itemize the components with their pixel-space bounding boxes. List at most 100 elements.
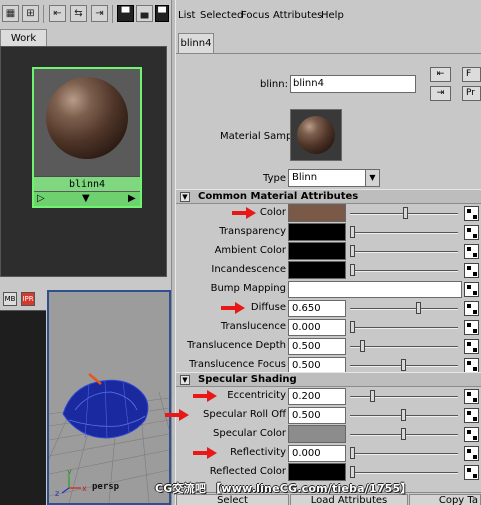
material-sample: [290, 109, 342, 161]
map-texture-icon[interactable]: [464, 320, 479, 335]
attribute-row: Specular Roll Off 0.500: [164, 406, 481, 425]
attribute-editor: List Selected Focus Attributes Help blin…: [164, 0, 481, 505]
color-swatch[interactable]: [288, 425, 346, 443]
presets-button[interactable]: Pr: [462, 86, 481, 101]
attribute-row: Color: [176, 204, 481, 223]
color-swatch[interactable]: [288, 261, 346, 279]
value-field[interactable]: 0.200: [288, 388, 346, 405]
value-field[interactable]: 0.500: [288, 338, 346, 355]
bump-map-field[interactable]: [288, 281, 462, 298]
slider-handle[interactable]: [350, 264, 355, 276]
menu-focus[interactable]: Focus: [241, 10, 270, 21]
viewport-scene: y x z: [49, 373, 169, 503]
collapse-icon[interactable]: ▼: [180, 192, 190, 202]
map-texture-icon[interactable]: [464, 263, 479, 278]
slider-handle[interactable]: [416, 302, 421, 314]
node-name-field[interactable]: blinn4: [290, 75, 416, 93]
toolbar-separator: [112, 5, 113, 23]
map-texture-icon[interactable]: [464, 389, 479, 404]
slider-track[interactable]: [350, 308, 458, 310]
show-top-bottom-tabs-icon[interactable]: ▦: [2, 5, 19, 22]
menu-attributes[interactable]: Attributes: [273, 10, 322, 21]
red-arrow-icon: [192, 390, 217, 402]
slider-track[interactable]: [350, 346, 458, 348]
map-texture-icon[interactable]: [464, 408, 479, 423]
work-area[interactable]: blinn4 ▷ ▼ ▶: [0, 46, 167, 277]
type-dropdown[interactable]: Blinn ▼: [288, 169, 380, 187]
section-specular-shading[interactable]: ▼ Specular Shading: [176, 372, 481, 387]
play-right-icon[interactable]: ▶: [128, 192, 136, 206]
graph-output-icon[interactable]: ⇥: [91, 5, 108, 22]
attribute-label: Diffuse: [250, 302, 286, 313]
copy-tab-button[interactable]: Copy Ta: [409, 494, 481, 505]
value-field[interactable]: 0.000: [288, 445, 346, 462]
map-texture-icon[interactable]: [464, 282, 479, 297]
layout-top-tabs-icon[interactable]: ▀: [117, 5, 134, 22]
output-connections-icon[interactable]: ⇥: [430, 86, 451, 101]
slider-track[interactable]: [350, 232, 458, 234]
node-type-label: blinn:: [260, 79, 288, 90]
color-swatch[interactable]: [288, 223, 346, 241]
map-texture-icon[interactable]: [464, 358, 479, 373]
pane-divider[interactable]: [0, 278, 171, 288]
map-texture-icon[interactable]: [464, 225, 479, 240]
ipr-button[interactable]: IPR: [21, 292, 35, 306]
perspective-viewport[interactable]: y x z persp: [47, 290, 171, 505]
slider-track[interactable]: [350, 270, 458, 272]
mb-button[interactable]: MB: [3, 292, 17, 306]
layout-both-icon[interactable]: ▀: [155, 5, 169, 22]
slider-track[interactable]: [350, 396, 458, 398]
attribute-list[interactable]: Type Blinn ▼ ▼ Common Material Attribute…: [164, 163, 481, 505]
play-icon[interactable]: ▷: [37, 192, 45, 206]
slider-handle[interactable]: [401, 359, 406, 371]
graph-input-output-icon[interactable]: ⇆: [70, 5, 87, 22]
show-graph-icon[interactable]: ⊞: [22, 5, 39, 22]
graph-input-icon[interactable]: ⇤: [49, 5, 66, 22]
slider-track[interactable]: [350, 251, 458, 253]
value-field[interactable]: 0.650: [288, 300, 346, 317]
menu-list[interactable]: List: [178, 10, 195, 21]
slider-handle[interactable]: [401, 409, 406, 421]
slider-handle[interactable]: [403, 207, 408, 219]
map-texture-icon[interactable]: [464, 427, 479, 442]
map-texture-icon[interactable]: [464, 446, 479, 461]
slider-track[interactable]: [350, 453, 458, 455]
slider-track[interactable]: [350, 472, 458, 474]
map-texture-icon[interactable]: [464, 206, 479, 221]
menu-help[interactable]: Help: [321, 10, 344, 21]
slider-handle[interactable]: [360, 340, 365, 352]
map-texture-icon[interactable]: [464, 301, 479, 316]
section-title: Specular Shading: [198, 374, 297, 385]
section-common-material-attributes[interactable]: ▼ Common Material Attributes: [176, 189, 481, 204]
expand-down-icon[interactable]: ▼: [82, 192, 90, 206]
input-connections-icon[interactable]: ⇤: [430, 67, 451, 82]
slider-handle[interactable]: [350, 466, 355, 478]
menu-selected[interactable]: Selected: [200, 10, 243, 21]
value-field[interactable]: 0.000: [288, 319, 346, 336]
layout-bottom-tabs-icon[interactable]: ▄: [136, 5, 153, 22]
collapse-icon[interactable]: ▼: [180, 375, 190, 385]
map-texture-icon[interactable]: [464, 465, 479, 480]
slider-handle[interactable]: [401, 428, 406, 440]
tab-blinn4[interactable]: blinn4: [178, 33, 214, 53]
slider-handle[interactable]: [350, 321, 355, 333]
map-texture-icon[interactable]: [464, 244, 479, 259]
slider-handle[interactable]: [350, 245, 355, 257]
tab-work-area[interactable]: Work Area: [0, 29, 47, 61]
slider-handle[interactable]: [350, 447, 355, 459]
attribute-row: Reflectivity 0.000: [176, 444, 481, 463]
material-swatch-node[interactable]: blinn4 ▷ ▼ ▶: [32, 67, 142, 208]
slider-handle[interactable]: [370, 390, 375, 402]
attribute-label: Specular Roll Off: [203, 409, 286, 420]
color-swatch[interactable]: [288, 242, 346, 260]
color-swatch[interactable]: [288, 204, 346, 222]
attribute-label: Reflected Color: [209, 466, 286, 477]
map-texture-icon[interactable]: [464, 339, 479, 354]
focus-button[interactable]: F: [462, 67, 481, 82]
value-field[interactable]: 0.500: [288, 407, 346, 424]
color-swatch[interactable]: [288, 463, 346, 481]
slider-handle[interactable]: [350, 226, 355, 238]
outliner-panel[interactable]: [0, 310, 46, 505]
attribute-label: Reflectivity: [230, 447, 286, 458]
slider-track[interactable]: [350, 327, 458, 329]
